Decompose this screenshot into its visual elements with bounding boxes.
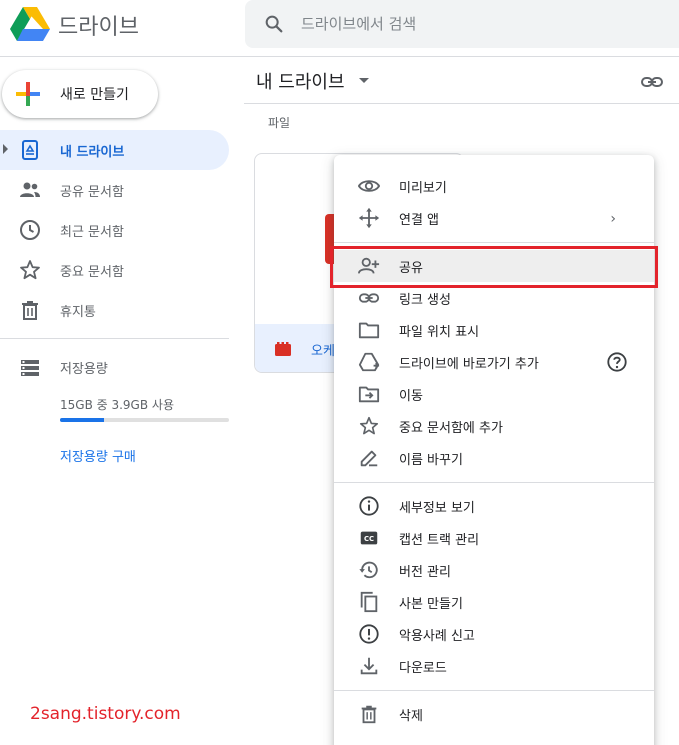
- pencil-icon: [358, 447, 380, 469]
- search-icon[interactable]: [263, 13, 285, 35]
- trash-icon: [358, 703, 380, 725]
- menu-item-label: 파일 위치 표시: [399, 325, 480, 340]
- sidebar-item-my-drive[interactable]: 내 드라이브: [0, 130, 229, 170]
- search-bar[interactable]: [245, 0, 679, 48]
- history-icon: [358, 559, 380, 581]
- section-label-files: 파일: [268, 116, 291, 130]
- eye-icon: [358, 175, 380, 197]
- menu-divider: [334, 482, 654, 483]
- storage-label[interactable]: 저장용량: [60, 358, 108, 377]
- menu-divider: [334, 690, 654, 691]
- folder-icon: [358, 319, 380, 341]
- menu-item-label: 미리보기: [399, 181, 447, 196]
- storage-icon: [18, 356, 42, 380]
- menu-item-show-location[interactable]: 파일 위치 표시: [334, 314, 654, 346]
- menu-item-details[interactable]: 세부정보 보기: [334, 490, 654, 522]
- menu-item-label: 이름 바꾸기: [399, 453, 463, 468]
- page-title[interactable]: 내 드라이브: [256, 68, 345, 94]
- search-input[interactable]: [301, 10, 661, 38]
- menu-divider: [334, 242, 654, 243]
- menu-item-label: 연결 앱: [399, 213, 440, 228]
- watermark-text: 2sang.tistory.com: [30, 704, 181, 724]
- menu-item-make-copy[interactable]: 사본 만들기: [334, 586, 654, 618]
- sidebar-nav: 내 드라이브 공유 문서함 최근 문서함 중요 문서함 휴지통: [0, 130, 230, 330]
- storage-usage-bar: [60, 418, 229, 422]
- menu-item-label: 세부정보 보기: [399, 501, 475, 516]
- menu-item-caption-tracks[interactable]: CC 캡션 트랙 관리: [334, 522, 654, 554]
- sidebar-item-label: 최근 문서함: [60, 225, 124, 240]
- menu-item-label: 중요 문서함에 추가: [399, 421, 503, 436]
- storage-usage-text: 15GB 중 3.9GB 사용: [60, 398, 174, 412]
- menu-item-preview[interactable]: 미리보기: [334, 170, 654, 202]
- move-arrows-icon: [358, 207, 380, 229]
- new-button[interactable]: 새로 만들기: [2, 70, 158, 118]
- top-bar: 드라이브: [0, 0, 679, 57]
- menu-item-label: 사본 만들기: [399, 597, 463, 612]
- app-title[interactable]: 드라이브: [58, 9, 139, 41]
- clock-icon: [18, 218, 42, 242]
- menu-item-open-with[interactable]: 연결 앱 ›: [334, 202, 654, 234]
- menu-item-label: 드라이브에 바로가기 추가: [399, 357, 539, 372]
- download-icon: [358, 655, 380, 677]
- buy-storage-link[interactable]: 저장용량 구매: [60, 446, 136, 465]
- menu-item-report-abuse[interactable]: 악용사례 신고: [334, 618, 654, 650]
- plus-icon: [16, 82, 40, 106]
- sidebar-item-starred[interactable]: 중요 문서함: [0, 250, 230, 290]
- report-icon: [358, 623, 380, 645]
- menu-item-remove[interactable]: 삭제: [334, 698, 654, 730]
- google-drive-logo-icon[interactable]: [10, 5, 50, 41]
- menu-item-rename[interactable]: 이름 바꾸기: [334, 442, 654, 474]
- main-divider: [244, 103, 679, 104]
- sidebar-item-label: 내 드라이브: [60, 145, 125, 160]
- drive-shortcut-icon: [358, 351, 380, 373]
- star-icon: [358, 415, 380, 437]
- svg-text:CC: CC: [364, 535, 374, 543]
- sidebar-item-label: 중요 문서함: [60, 265, 124, 280]
- title-dropdown-icon[interactable]: [359, 78, 369, 83]
- link-icon[interactable]: [640, 70, 664, 94]
- menu-item-label: 악용사례 신고: [399, 629, 475, 644]
- link-icon: [358, 287, 380, 309]
- menu-item-label: 버전 관리: [399, 565, 451, 580]
- my-drive-icon: [18, 138, 42, 162]
- menu-item-versions[interactable]: 버전 관리: [334, 554, 654, 586]
- menu-item-label: 링크 생성: [399, 293, 451, 308]
- star-icon: [18, 258, 42, 282]
- menu-item-label: 삭제: [399, 709, 423, 724]
- folder-move-icon: [358, 383, 380, 405]
- sidebar-item-shared[interactable]: 공유 문서함: [0, 170, 230, 210]
- video-icon: [275, 342, 291, 356]
- new-button-label: 새로 만들기: [60, 87, 129, 103]
- sidebar-item-label: 휴지통: [60, 305, 96, 320]
- menu-item-label: 캡션 트랙 관리: [399, 533, 480, 548]
- chevron-right-icon: ›: [610, 211, 616, 227]
- menu-item-add-shortcut[interactable]: 드라이브에 바로가기 추가: [334, 346, 654, 378]
- trash-icon: [18, 298, 42, 322]
- share-highlight-annotation: [330, 246, 658, 288]
- menu-item-add-starred[interactable]: 중요 문서함에 추가: [334, 410, 654, 442]
- menu-item-move[interactable]: 이동: [334, 378, 654, 410]
- copy-icon: [358, 591, 380, 613]
- storage-usage-fill: [60, 418, 104, 422]
- context-menu: 미리보기 연결 앱 › 공유 링크 생성 파일 위치 표시 드라이브에 바로가기…: [334, 155, 654, 745]
- menu-item-label: 다운로드: [399, 661, 447, 676]
- info-icon: [358, 495, 380, 517]
- sidebar-item-recent[interactable]: 최근 문서함: [0, 210, 230, 250]
- sidebar-divider: [0, 338, 229, 339]
- sidebar-item-trash[interactable]: 휴지통: [0, 290, 230, 330]
- menu-item-label: 이동: [399, 389, 423, 404]
- cc-icon: CC: [358, 527, 380, 549]
- menu-item-download[interactable]: 다운로드: [334, 650, 654, 682]
- expand-caret-icon[interactable]: [3, 144, 8, 154]
- shared-people-icon: [18, 178, 42, 202]
- sidebar-item-label: 공유 문서함: [60, 185, 124, 200]
- file-name: 오케: [311, 344, 335, 359]
- help-icon[interactable]: [606, 351, 628, 373]
